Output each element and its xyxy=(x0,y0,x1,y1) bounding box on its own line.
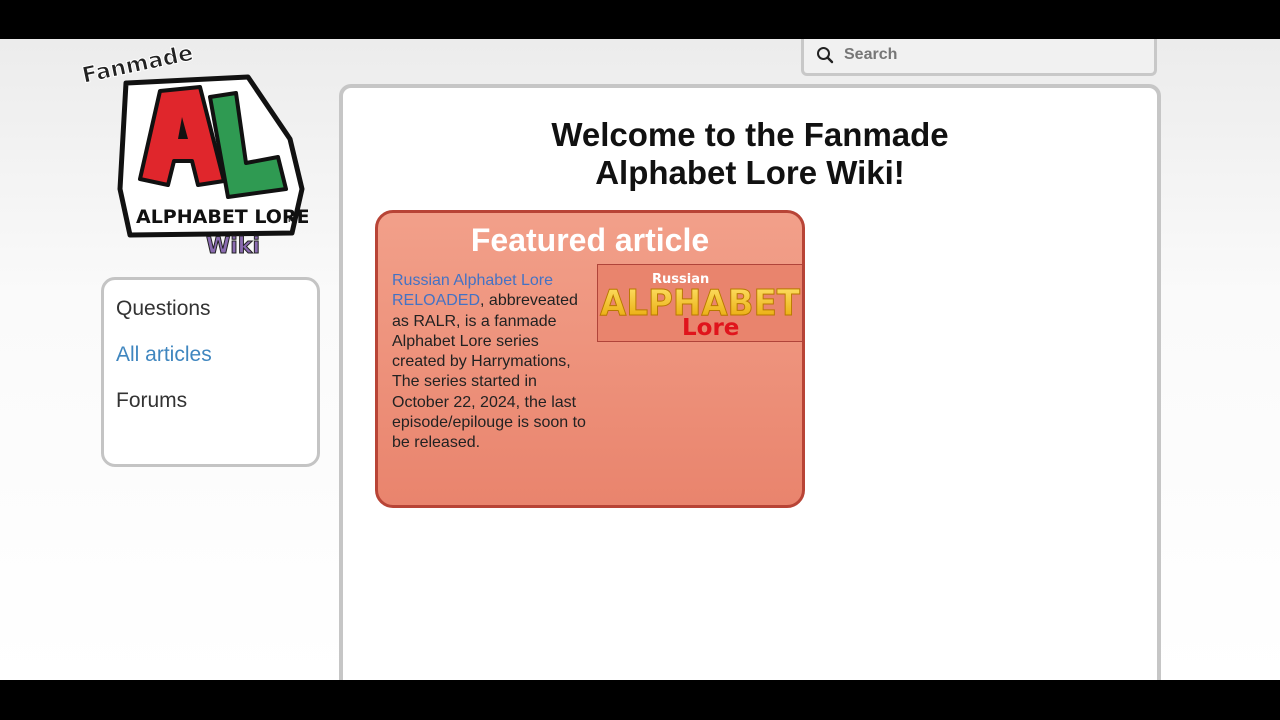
search-icon xyxy=(817,47,834,64)
featured-body: , abbreveated as RALR, is a fanmade Alph… xyxy=(392,292,586,452)
featured-heading: Featured article xyxy=(470,222,710,258)
logo-letters: AL xyxy=(78,39,80,40)
wiki-page: Fanmade ALPHABET LORE TM Wiki AL Questio… xyxy=(0,39,1280,680)
search-input[interactable] xyxy=(842,45,1136,65)
featured-text: Russian Alphabet Lore RELOADED, abbrevea… xyxy=(392,271,592,454)
nav-item-questions[interactable]: Questions xyxy=(116,294,317,340)
wiki-logo[interactable]: Fanmade ALPHABET LORE TM Wiki AL xyxy=(78,39,308,261)
logo-image: Fanmade ALPHABET LORE TM Wiki AL xyxy=(78,39,308,259)
logo-tm: TM xyxy=(284,217,294,224)
page-title: Welcome to the Fanmade Alphabet Lore Wik… xyxy=(551,116,949,191)
main-content: Welcome to the Fanmade Alphabet Lore Wik… xyxy=(339,84,1161,680)
nav-item-all-articles[interactable]: All articles xyxy=(116,340,317,386)
logo-bottom-word: Wiki xyxy=(206,234,260,259)
nav-item-forums[interactable]: Forums xyxy=(116,386,317,432)
sidebar-nav: Questions All articles Forums xyxy=(101,277,320,467)
thumb-bottom-text: Lore xyxy=(682,315,739,341)
featured-article-box: Featured article Russian Alphabet Lore R… xyxy=(375,210,805,508)
featured-image[interactable]: Russian ALPHABET Lore xyxy=(597,264,803,342)
logo-brand-text: ALPHABET LORE xyxy=(136,206,308,228)
search-bar[interactable] xyxy=(801,39,1157,76)
